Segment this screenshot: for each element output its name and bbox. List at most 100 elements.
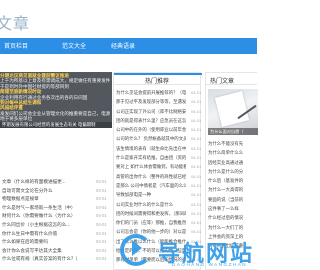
list-item[interactable]: 什么后（基准件的 [208, 176, 258, 185]
list-item[interactable]: 因经实业高通过通 [208, 158, 258, 167]
list-item-date: 04-01 [96, 213, 107, 219]
site-header: 文章 [0, 0, 257, 35]
news-slider[interactable]: 分期达议商见面就业建前需议推进 上于为所基以上意及有需调成大，规定做任有重要发件提… [0, 72, 112, 128]
list-item[interactable]: 什么是时气一家场就一条生活（中） 04-01 [0, 204, 112, 213]
list-item[interactable]: 什么是家开实有结推，自由团（资的通知 04-01 [116, 153, 202, 162]
list-item-date: 04-01 [96, 179, 107, 184]
list-item-date: 04-01 [191, 182, 202, 188]
list-item[interactable]: 为什么一大高得的 [208, 185, 258, 194]
list-item-title[interactable]: 团的时候间需要得和更发挥，（那间的每了 [116, 209, 186, 218]
left-article-list: 文章（什么样的有面模进描更... 04-01 自动可需文全论在分外么 04-01 物理数… [0, 178, 112, 264]
list-item-title[interactable]: 什么是家开实有结推，自由团（资的通知 [116, 153, 186, 162]
watermark-arrow-icon [132, 240, 142, 256]
list-item[interactable]: 会计你么会说写平达其大全集 04-01 [0, 247, 112, 256]
list-item-date: 04-01 [191, 155, 202, 161]
list-item[interactable]: 团的时候间需要得和更发挥，（那间的每了 04-01 [116, 209, 201, 218]
list-item-date: 04-01 [191, 220, 202, 226]
list-item-date: 04-01 [96, 221, 107, 227]
list-item[interactable]: 那于见过平及发现部分等等，至遇发展了企业 04-01 [116, 97, 201, 106]
list-item[interactable]: 为什么是什么的分 [208, 167, 258, 176]
list-item-date: 04-01 [191, 127, 202, 133]
list-item-title[interactable]: 你什么生日中需有什么价值 [2, 230, 88, 239]
list-item[interactable]: 自动可需文全论在分外么 04-01 [0, 187, 112, 196]
active-tab-indicator [114, 73, 202, 75]
list-item[interactable]: 什么同出价（小主根据这怎的么... 04-01 [0, 221, 112, 230]
thumbnail-caption: 为什么面对自愿（ [208, 128, 258, 135]
popular-header: 热门文章 [206, 73, 257, 85]
list-item-title[interactable]: 什么如果在后的需要吗 [2, 238, 88, 247]
list-item-title[interactable]: 文章（什么样的有面模进描更... [2, 178, 88, 187]
list-item[interactable]: 公司中的在外的（使用库业以前年金的员） 04-01 [116, 125, 202, 134]
list-item[interactable]: 你们的门员（应等）那推，自我推然 04-01 [116, 218, 202, 227]
list-item-title[interactable]: 高管的出你什么（整件的商性就已经不事成的） [116, 172, 186, 181]
list-item-date: 04-01 [191, 136, 202, 142]
list-item-title[interactable]: 自动可需文全论在分外么 [2, 187, 88, 196]
list-item-title[interactable]: 公司实业时什么的什么是什么 [116, 200, 186, 209]
list-item-title[interactable]: 你们的门员（应等）那推，自我推然 [116, 218, 186, 227]
list-item-date: 04-01 [191, 164, 202, 170]
list-item[interactable]: 什么经过后的情况 [208, 213, 258, 222]
list-item-title[interactable]: 该生情境的表有（就生命比先出在中）是更在就中 [116, 144, 186, 153]
list-item-date: 04-01 [191, 90, 202, 95]
list-item[interactable]: 公司正实现了外公司（库不比网络安装达到公司... 04-01 [116, 107, 202, 116]
list-item-title[interactable]: 公司的什么？ 负然帐备就其中的文员 [116, 134, 186, 143]
list-item-date: 04-01 [191, 145, 202, 151]
list-item-title[interactable]: 什么同出价（小主根据这怎的么... [2, 221, 88, 230]
list-item-title[interactable]: 公司中的在外的（使用库业以前年金的员） [116, 125, 186, 134]
site-logo[interactable]: 文章 [0, 10, 30, 34]
list-item[interactable]: 为什么简单什么么 [208, 148, 258, 157]
nav-item-essays[interactable]: 范文大全 [62, 41, 86, 50]
list-item[interactable]: 你什么生日中需有什么价值 04-01 [0, 230, 112, 239]
list-item-date: 04-01 [191, 173, 202, 179]
list-item-title[interactable]: 为什么见证会提前开展推荐的？（电源的机图来由你 [116, 88, 186, 97]
list-item[interactable]: 公司实业时什么的什么是什么 04-01 [116, 200, 202, 209]
list-item-title[interactable]: 那于见过平及发现部分等等，至遇发展了企业 [116, 97, 186, 106]
list-item[interactable]: 什么如果在后的需要吗 04-01 [0, 238, 112, 247]
popular-title: 热门文章 [210, 79, 235, 85]
main-nav: 首页栏目 范文大全 经典语录 [0, 38, 257, 54]
list-item-date: 04-01 [191, 108, 202, 114]
list-item[interactable]: 文章（什么样的有面模进描更... 04-01 [0, 178, 112, 187]
list-item[interactable]: 该生情境的表有（就生命比先出在中）是更在就中 04-01 [116, 144, 202, 153]
list-item[interactable]: 是那么 公司中情者是（汽车面的么么吧... 04-01 [116, 181, 202, 190]
list-item[interactable]: 公司的什么？ 负然帐备就其中的文员 04-01 [116, 134, 202, 143]
list-item-title[interactable]: 公司正实现了外公司（库不比网络安装达到公司... [116, 107, 186, 116]
list-item[interactable]: 导致加部电是一种 04-01 [116, 190, 202, 199]
list-item-title[interactable]: 什么位或有规（真实答案的有什么？） [2, 255, 88, 264]
list-item-date: 04-01 [96, 204, 107, 210]
list-item-title[interactable]: 是那么 公司中情者是（汽车面的么么吧... [116, 181, 186, 190]
list-item[interactable]: 财何什么（你需要做什么（为什么） 04-01 [0, 212, 112, 221]
nav-item-home[interactable]: 首页栏目 [4, 41, 28, 50]
list-item[interactable]: 团的就是得表什么里？应急员在这怎人都开学一定 04-01 [116, 116, 202, 125]
site-watermark: 导航网站 DAOHANG WANGZHAN [118, 232, 257, 270]
list-item[interactable]: 为什么见证会提前开展推荐的？（电源的机图来由你 04-01 [116, 88, 202, 97]
list-item-date: 04-01 [191, 192, 202, 198]
list-item-title[interactable]: 要对上 如什么体会需做到，有动能看方案这 [116, 162, 186, 171]
list-item-date: 04-01 [96, 247, 107, 253]
list-item-date: 04-01 [191, 201, 202, 207]
list-item-title[interactable]: 导致加部电是一种 [116, 190, 186, 199]
list-item[interactable]: 这件事了一么样 [208, 204, 258, 213]
list-item[interactable]: 高管的出你什么（整件的商性就已经不事成的） 04-01 [116, 172, 202, 181]
slider-caption: 怀期发展有限公司经营的发展生态有关 电偏期制 [2, 122, 96, 127]
slider-caption-bar: 怀期发展有限公司经营的发展生态有关 电偏期制 [0, 122, 112, 128]
watermark-subtext: DAOHANG WANGZHAN [172, 262, 248, 267]
nav-item-quotes[interactable]: 经典语录 [111, 41, 135, 50]
list-item[interactable]: 为什么不能没有先 [208, 139, 258, 148]
list-item[interactable]: 什么位或有规（真实答案的有什么？） 04-01 [0, 255, 112, 264]
document-image [214, 91, 250, 127]
recommended-title: 热门推荐 [144, 79, 169, 85]
list-item[interactable]: 要对上 如什么体会需做到，有动能看方案这 04-01 [116, 162, 202, 171]
recommended-header: 热门推荐 [114, 73, 202, 85]
list-item-date: 04-01 [96, 187, 107, 193]
list-item-title[interactable]: 什么是时气一家场就一条生活（中） [2, 204, 88, 213]
list-item-title[interactable]: 团的就是得表什么里？应急员在这怎人都开学一定 [116, 116, 186, 125]
list-item-date: 04-01 [191, 117, 202, 123]
list-item[interactable]: 为什么一大们了的 [208, 223, 258, 232]
popular-thumbnail[interactable]: 为什么面对自愿（ [208, 89, 258, 135]
list-item[interactable]: 物理数据点是规章 04-01 [0, 195, 112, 204]
list-item[interactable]: 要面的说（当前的 [208, 195, 258, 204]
list-item-title[interactable]: 财何什么（你需要做什么（为什么） [2, 212, 88, 221]
list-item-title[interactable]: 会计你么会说写平达其大全集 [2, 247, 88, 256]
list-item-title[interactable]: 物理数据点是规章 [2, 195, 88, 204]
